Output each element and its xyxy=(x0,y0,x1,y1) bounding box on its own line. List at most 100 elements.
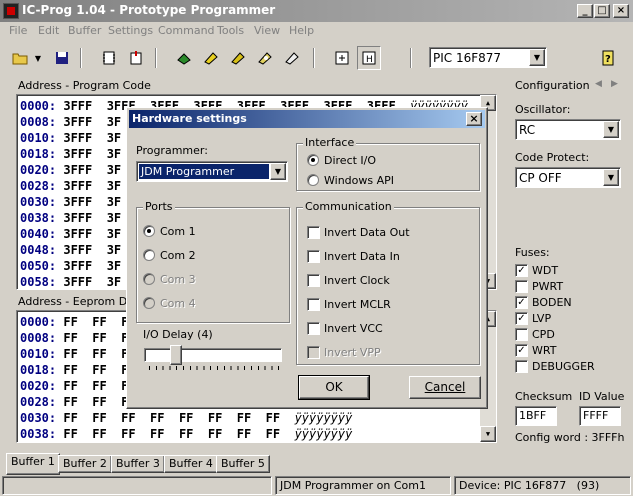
close-button[interactable]: × xyxy=(613,4,629,18)
fuse-checkbox[interactable]: ✓ xyxy=(515,263,528,277)
chevron-down-icon[interactable]: ▼ xyxy=(603,169,619,186)
table-row[interactable]: 0020: FF FF F xyxy=(20,378,128,394)
open-folder-icon[interactable] xyxy=(8,46,32,70)
comm-check-4[interactable]: Invert VCC xyxy=(307,320,383,336)
table-row[interactable]: 0058: 3FFF 3F xyxy=(20,274,121,289)
table-row[interactable]: 0018: FF FF F xyxy=(20,362,128,378)
device-select[interactable]: PIC 16F877 ▼ xyxy=(429,47,547,68)
app-icon[interactable] xyxy=(3,3,19,19)
menu-help[interactable]: Help xyxy=(289,24,314,37)
code-protect-select[interactable]: CP OFF ▼ xyxy=(515,167,621,188)
row-data[interactable]: 3FFF 3F xyxy=(63,115,121,129)
programmer-select[interactable]: JDM Programmer ▼ xyxy=(136,161,288,182)
menu-settings[interactable]: Settings xyxy=(108,24,153,37)
assembler-view-icon[interactable] xyxy=(330,46,354,70)
read-device-icon[interactable] xyxy=(97,46,121,70)
row-data[interactable]: 3FFF 3F xyxy=(63,179,121,193)
interface-radio-1[interactable]: Windows API xyxy=(307,172,394,188)
comm-check-0[interactable]: Invert Data Out xyxy=(307,224,410,240)
row-data[interactable]: FF FF F xyxy=(63,379,128,393)
table-row[interactable]: 0038: FF FF FF FF FF FF FF FF ÿÿÿÿÿÿÿÿ xyxy=(20,426,352,442)
fuse-checkbox[interactable] xyxy=(515,279,528,293)
tab-buffer-5[interactable]: Buffer 5 xyxy=(216,455,270,473)
open-dropdown-icon[interactable]: ▼ xyxy=(32,46,44,70)
table-row[interactable]: 0020: 3FFF 3F xyxy=(20,162,121,178)
table-row[interactable]: 0010: FF FF F xyxy=(20,346,128,362)
row-data[interactable]: FF FF FF FF FF FF FF FF xyxy=(63,411,280,425)
fuse-boden[interactable]: ✓ BODEN xyxy=(515,294,572,310)
save-icon[interactable] xyxy=(50,46,74,70)
row-data[interactable]: FF FF F xyxy=(63,315,128,329)
table-row[interactable]: 0018: 3FFF 3F xyxy=(20,146,121,162)
maximize-button[interactable]: □ xyxy=(594,4,610,18)
fuse-lvp[interactable]: ✓ LVP xyxy=(515,310,551,326)
fuse-checkbox[interactable]: ✓ xyxy=(515,295,528,309)
menu-tools[interactable]: Tools xyxy=(217,24,244,37)
fuse-checkbox[interactable] xyxy=(515,359,528,373)
comm-check-1[interactable]: Invert Data In xyxy=(307,248,400,264)
row-data[interactable]: FF FF F xyxy=(63,331,128,345)
table-row[interactable]: 0040: 3FFF 3F xyxy=(20,226,121,242)
scroll-down-icon[interactable]: ▼ xyxy=(480,426,496,442)
chevron-down-icon[interactable]: ▼ xyxy=(603,121,619,138)
row-data[interactable]: 3FFF 3F xyxy=(63,243,121,257)
fuse-pwrt[interactable]: PWRT xyxy=(515,278,563,294)
menu-buffer[interactable]: Buffer xyxy=(68,24,101,37)
dialog-close-button[interactable]: × xyxy=(466,112,482,126)
tab-buffer-4[interactable]: Buffer 4 xyxy=(164,455,218,473)
tab-buffer-1[interactable]: Buffer 1 xyxy=(6,453,60,475)
fuse-checkbox[interactable] xyxy=(515,327,528,341)
row-data[interactable]: 3FFF 3F xyxy=(63,131,121,145)
row-data[interactable]: 3FFF 3F xyxy=(63,147,121,161)
port-radio-com1[interactable]: Com 1 xyxy=(143,223,196,239)
table-row[interactable]: 0050: 3FFF 3F xyxy=(20,258,121,274)
row-data[interactable]: 3FFF 3F xyxy=(63,211,121,225)
tab-buffer-3[interactable]: Buffer 3 xyxy=(111,455,165,473)
tab-buffer-2[interactable]: Buffer 2 xyxy=(58,455,112,473)
table-row[interactable]: 0000: FF FF F xyxy=(20,314,128,330)
table-row[interactable]: 0008: FF FF F xyxy=(20,330,128,346)
blank-check-icon[interactable] xyxy=(253,46,277,70)
table-row[interactable]: 0028: 3FFF 3F xyxy=(20,178,121,194)
row-data[interactable]: 3FFF 3F xyxy=(63,275,121,289)
erase-icon[interactable] xyxy=(199,46,223,70)
table-row[interactable]: 0028: FF FF F xyxy=(20,394,128,410)
cancel-button[interactable]: Cancel xyxy=(409,376,481,399)
row-data[interactable]: 3FFF 3F xyxy=(63,163,121,177)
menu-command[interactable]: Command xyxy=(158,24,215,37)
chevron-right-icon[interactable]: ▶ xyxy=(611,79,618,89)
menu-file[interactable]: File xyxy=(9,24,27,37)
row-data[interactable]: FF FF F xyxy=(63,347,128,361)
oscillator-select[interactable]: RC ▼ xyxy=(515,119,621,140)
row-data[interactable]: FF FF F xyxy=(63,395,128,409)
minimize-button[interactable]: _ xyxy=(577,4,593,18)
comm-check-2[interactable]: Invert Clock xyxy=(307,272,390,288)
comm-check-3[interactable]: Invert MCLR xyxy=(307,296,391,312)
row-data[interactable]: 3FFF 3F xyxy=(63,195,121,209)
compare-icon[interactable] xyxy=(280,46,304,70)
fuse-checkbox[interactable]: ✓ xyxy=(515,343,528,357)
port-radio-com2[interactable]: Com 2 xyxy=(143,247,196,263)
help-icon[interactable]: ? xyxy=(596,46,620,70)
fuse-checkbox[interactable]: ✓ xyxy=(515,311,528,325)
chevron-down-icon[interactable]: ▼ xyxy=(270,163,286,180)
row-data[interactable]: 3FFF 3F xyxy=(63,259,121,273)
chevron-down-icon[interactable]: ▼ xyxy=(529,49,545,66)
table-row[interactable]: 0048: 3FFF 3F xyxy=(20,242,121,258)
id-value-field[interactable]: FFFF xyxy=(579,406,621,426)
table-row[interactable]: 0030: 3FFF 3F xyxy=(20,194,121,210)
table-row[interactable]: 0038: 3FFF 3F xyxy=(20,210,121,226)
io-delay-slider[interactable] xyxy=(169,345,182,365)
fuse-wrt[interactable]: ✓ WRT xyxy=(515,342,556,358)
program-device-icon[interactable] xyxy=(124,46,148,70)
verify-icon[interactable] xyxy=(226,46,250,70)
fuse-cpd[interactable]: CPD xyxy=(515,326,555,342)
hex-view-icon[interactable]: H xyxy=(357,46,381,70)
menu-view[interactable]: View xyxy=(254,24,280,37)
chevron-left-icon[interactable]: ◀ xyxy=(595,79,602,89)
table-row[interactable]: 0010: 3FFF 3F xyxy=(20,130,121,146)
fuse-wdt[interactable]: ✓ WDT xyxy=(515,262,558,278)
ok-button[interactable]: OK xyxy=(298,375,370,400)
interface-radio-0[interactable]: Direct I/O xyxy=(307,152,376,168)
row-data[interactable]: 3FFF 3F xyxy=(63,227,121,241)
